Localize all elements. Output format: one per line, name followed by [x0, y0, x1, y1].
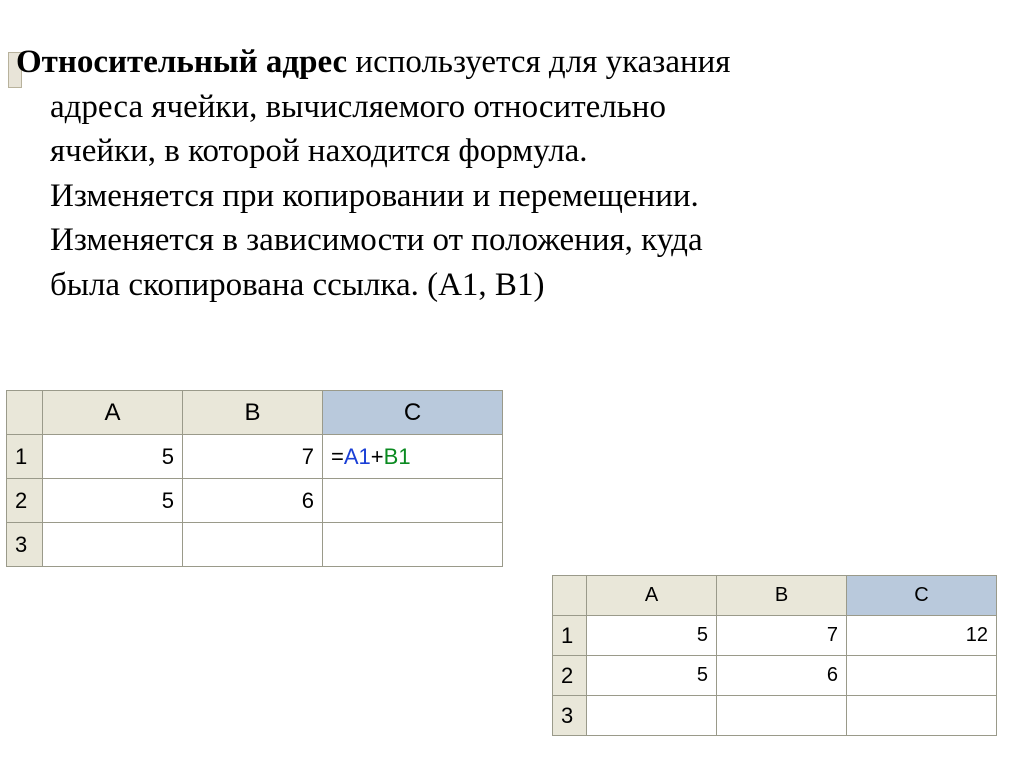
- cell-a3: [587, 696, 717, 736]
- body-text: Относительный адрес используется для ука…: [16, 40, 996, 307]
- cell-b2: 6: [717, 656, 847, 696]
- cell-b2: 6: [183, 479, 323, 523]
- formula-eq: =: [331, 444, 344, 469]
- cell-b1: 7: [183, 435, 323, 479]
- corner-cell: [7, 391, 43, 435]
- cell-c1: 12: [847, 616, 997, 656]
- row-header-2: 2: [7, 479, 43, 523]
- cell-a1: 5: [587, 616, 717, 656]
- spreadsheet-left: A B C 1 5 7 =A1+B1 2 5 6 3: [6, 390, 503, 567]
- col-header-b: B: [183, 391, 323, 435]
- heading-bold: Относительный адрес: [16, 44, 347, 80]
- col-header-c: C: [847, 576, 997, 616]
- cell-c2: [323, 479, 503, 523]
- line-6: была скопирована ссылка. (A1, B1): [16, 263, 996, 308]
- formula-ref-b1: B1: [384, 444, 411, 469]
- cell-a1: 5: [43, 435, 183, 479]
- corner-cell: [553, 576, 587, 616]
- cell-b3: [183, 523, 323, 567]
- cell-c3: [323, 523, 503, 567]
- formula-plus: +: [371, 444, 384, 469]
- line-2: адреса ячейки, вычисляемого относительно: [16, 85, 996, 130]
- slide: Относительный адрес используется для ука…: [0, 0, 1024, 767]
- col-header-c: C: [323, 391, 503, 435]
- spreadsheet-right: A B C 1 5 7 12 2 5 6 3: [552, 575, 997, 736]
- line-3: ячейки, в которой находится формула.: [16, 129, 996, 174]
- row-header-1: 1: [553, 616, 587, 656]
- line-4: Изменяется при копировании и перемещении…: [16, 174, 996, 219]
- row-header-2: 2: [553, 656, 587, 696]
- col-header-a: A: [43, 391, 183, 435]
- cell-b1: 7: [717, 616, 847, 656]
- col-header-a: A: [587, 576, 717, 616]
- grid: A B C 1 5 7 =A1+B1 2 5 6 3: [6, 390, 503, 567]
- cell-a2: 5: [43, 479, 183, 523]
- heading-rest: используется для указания: [347, 44, 730, 80]
- row-header-3: 3: [7, 523, 43, 567]
- cell-a3: [43, 523, 183, 567]
- formula-ref-a1: A1: [344, 444, 371, 469]
- cell-c1-formula: =A1+B1: [323, 435, 503, 479]
- cell-a2: 5: [587, 656, 717, 696]
- row-header-1: 1: [7, 435, 43, 479]
- cell-b3: [717, 696, 847, 736]
- col-header-b: B: [717, 576, 847, 616]
- cell-c3: [847, 696, 997, 736]
- line-5: Изменяется в зависимости от положения, к…: [16, 218, 996, 263]
- cell-c2: [847, 656, 997, 696]
- row-header-3: 3: [553, 696, 587, 736]
- grid: A B C 1 5 7 12 2 5 6 3: [552, 575, 997, 736]
